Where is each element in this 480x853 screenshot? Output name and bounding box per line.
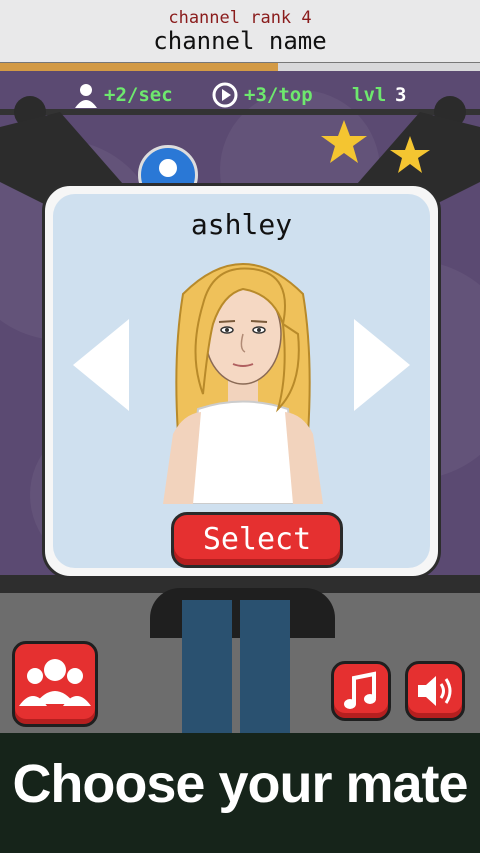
arrow-left-icon[interactable] xyxy=(73,319,129,411)
rank-progress-bar xyxy=(0,63,480,71)
followers-rate: +2/sec xyxy=(104,84,173,106)
group-icon xyxy=(19,659,91,706)
stars-decoration xyxy=(321,120,430,173)
dialog-panel: ashley Select xyxy=(53,194,430,568)
leg-right xyxy=(240,600,290,733)
channel-name: channel name xyxy=(153,27,327,55)
leg-left xyxy=(182,600,232,733)
channel-rank: channel rank 4 xyxy=(168,8,312,28)
speaker-icon xyxy=(418,676,452,706)
friends-button[interactable] xyxy=(12,641,98,727)
caption-bar: Choose your mate xyxy=(0,733,480,853)
select-button[interactable]: Select xyxy=(171,512,343,568)
level-value: 3 xyxy=(395,84,407,106)
level-label: lvl xyxy=(352,84,387,106)
arrow-right-icon[interactable] xyxy=(354,319,410,411)
user-icon xyxy=(75,84,97,108)
views-rate: +3/top xyxy=(244,84,313,106)
character-select-dialog: ashley Select xyxy=(42,183,441,579)
play-circle-icon xyxy=(212,82,238,108)
music-note-icon xyxy=(344,671,376,709)
header: channel rank 4 channel name xyxy=(0,0,480,64)
music-button[interactable] xyxy=(331,661,391,721)
rank-progress-fill xyxy=(0,63,279,71)
sound-button[interactable] xyxy=(405,661,465,721)
caption-text: Choose your mate xyxy=(12,754,468,814)
character-portrait xyxy=(163,263,323,504)
